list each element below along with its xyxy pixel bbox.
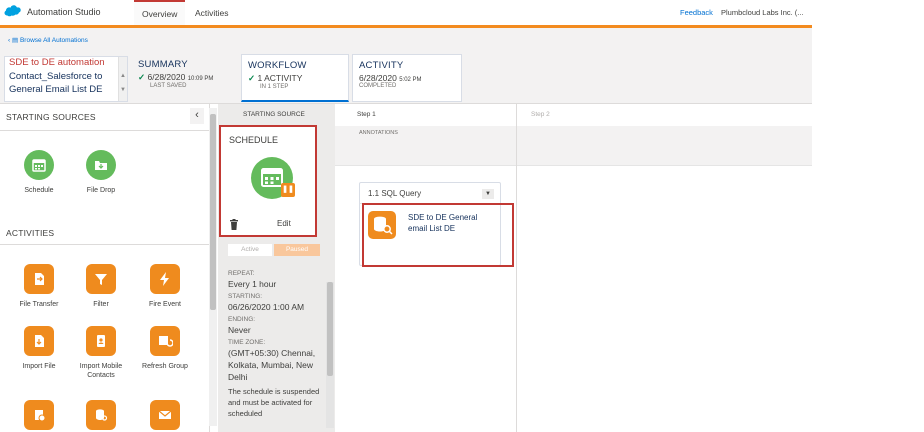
scroll-thumb[interactable] — [210, 114, 216, 310]
list-icon: ▤ — [11, 37, 19, 44]
scroll-thumb[interactable] — [327, 282, 333, 376]
script-icon — [24, 400, 54, 430]
import-file-icon — [24, 326, 54, 356]
org-name[interactable]: Plumbcloud Labs Inc. (... — [721, 8, 804, 17]
highlight-box — [219, 125, 317, 237]
step-1-header: Step 1 — [357, 111, 376, 118]
tab-activities[interactable]: Activities — [187, 0, 237, 26]
mobile-contacts-icon — [86, 326, 116, 356]
activity-refresh-group[interactable]: Refresh Group — [134, 326, 196, 371]
automation-name-line-2: Contact_Salesforce to — [9, 70, 103, 82]
annotations-label: ANNOTATIONS — [359, 130, 398, 136]
bolt-icon — [150, 264, 180, 294]
automation-name-field[interactable]: SDE to DE automation Contact_Salesforce … — [4, 56, 128, 102]
check-icon: ✓ — [248, 73, 256, 83]
workflow-card[interactable]: WORKFLOW ✓ 1 ACTIVITY IN 1 STEP — [241, 54, 349, 102]
feedback-link[interactable]: Feedback — [680, 8, 713, 17]
activity-import-mobile-contacts[interactable]: Import Mobile Contacts — [70, 326, 132, 380]
step-2-header: Step 2 — [531, 111, 550, 118]
refresh-group-icon — [150, 326, 180, 356]
scroll-up-icon[interactable]: ▲ — [120, 73, 126, 79]
toggle-paused[interactable]: Paused — [274, 244, 320, 256]
schedule-note: The schedule is suspended and must be ac… — [228, 387, 320, 418]
activity-header: 1.1 SQL Query — [368, 189, 422, 198]
divider — [0, 244, 210, 245]
check-icon: ✓ — [138, 72, 146, 82]
activity-palette: STARTING SOURCES ‹ Schedule File Drop AC… — [0, 104, 217, 432]
top-bar: Automation Studio Overview Activities Fe… — [0, 0, 812, 28]
starting-sources-title: STARTING SOURCES — [6, 112, 96, 122]
activity-filter[interactable]: Filter — [70, 264, 132, 309]
activities-title: ACTIVITIES — [6, 228, 55, 238]
starting-source-header: STARTING SOURCE — [243, 111, 305, 118]
summary-card[interactable]: SUMMARY ✓ 6/28/2020 10:09 PM LAST SAVED — [132, 54, 236, 102]
automation-name-line-1: SDE to DE automation — [9, 57, 105, 68]
divider — [0, 130, 210, 131]
source-file-drop[interactable]: File Drop — [70, 150, 132, 195]
salesforce-cloud-icon — [4, 5, 21, 17]
browse-all-link[interactable]: ‹ ▤ Browse All Automations — [8, 36, 88, 44]
chevron-down-icon[interactable]: ▼ — [482, 189, 494, 199]
collapse-panel-button[interactable]: ‹ — [190, 108, 204, 124]
step-divider — [516, 104, 517, 432]
activity-file-transfer[interactable]: File Transfer — [8, 264, 70, 309]
chevron-left-icon: ‹ — [8, 37, 11, 44]
email-icon — [150, 400, 180, 430]
name-scrollbar[interactable]: ▲ ▼ — [118, 57, 127, 101]
palette-scrollbar[interactable] — [209, 108, 217, 426]
calendar-icon — [24, 150, 54, 180]
details-scrollbar[interactable] — [326, 282, 334, 428]
file-transfer-icon — [24, 264, 54, 294]
activity-import-file[interactable]: Import File — [8, 326, 70, 371]
sql-query-icon — [86, 400, 116, 430]
toggle-active[interactable]: Active — [228, 244, 272, 256]
folder-icon — [86, 150, 116, 180]
schedule-details: REPEAT: Every 1 hour STARTING: 06/26/202… — [228, 270, 328, 419]
scroll-down-icon[interactable]: ▼ — [120, 87, 126, 93]
activity-send-email[interactable] — [134, 400, 196, 430]
filter-icon — [86, 264, 116, 294]
source-schedule[interactable]: Schedule — [8, 150, 70, 195]
automation-header: ‹ ▤ Browse All Automations SDE to DE aut… — [0, 28, 812, 104]
tab-overview[interactable]: Overview — [134, 0, 186, 26]
automation-name-line-3: General Email List DE — [9, 84, 103, 95]
annotations-band[interactable]: ANNOTATIONS — [335, 126, 812, 166]
activity-script[interactable] — [8, 400, 70, 430]
highlight-box — [362, 203, 514, 267]
activity-sql-query[interactable] — [70, 400, 132, 430]
activity-fire-event[interactable]: Fire Event — [134, 264, 196, 309]
workflow-canvas: Step 1 Step 2 ANNOTATIONS 1.1 SQL Query … — [335, 104, 812, 432]
activity-card[interactable]: ACTIVITY 6/28/2020 5:02 PM COMPLETED — [352, 54, 462, 102]
app-title: Automation Studio — [27, 7, 101, 17]
